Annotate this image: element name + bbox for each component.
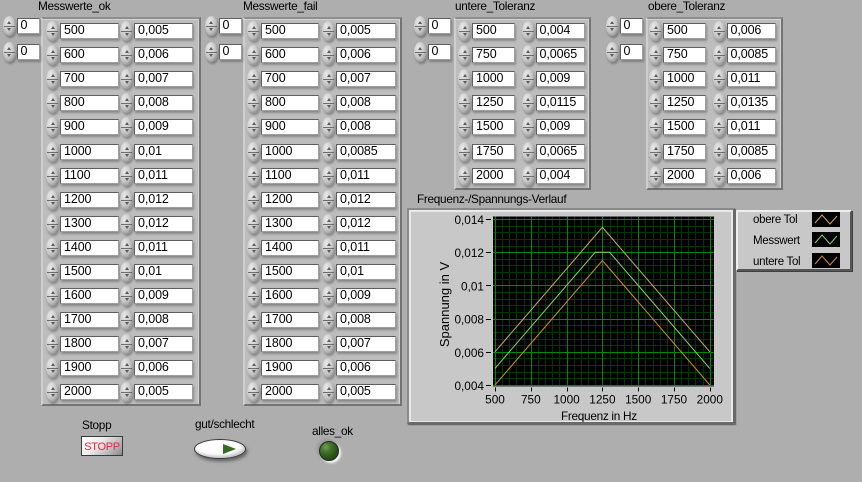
svg-text:0,01: 0,01 <box>461 279 484 293</box>
svg-text:750: 750 <box>521 392 541 406</box>
svg-text:0,012: 0,012 <box>454 246 484 260</box>
svg-text:Spannung in V: Spannung in V <box>437 262 452 348</box>
svg-text:1000: 1000 <box>553 392 580 406</box>
svg-text:0,008: 0,008 <box>454 313 484 327</box>
svg-text:500: 500 <box>485 392 505 406</box>
svg-text:1750: 1750 <box>661 392 688 406</box>
svg-text:0,014: 0,014 <box>454 213 484 227</box>
svg-text:0,006: 0,006 <box>454 346 484 360</box>
svg-text:1500: 1500 <box>625 392 652 406</box>
svg-text:1250: 1250 <box>589 392 616 406</box>
svg-text:0,004: 0,004 <box>454 379 484 393</box>
svg-text:Frequenz in Hz: Frequenz in Hz <box>561 409 637 422</box>
svg-text:2000: 2000 <box>697 392 724 406</box>
